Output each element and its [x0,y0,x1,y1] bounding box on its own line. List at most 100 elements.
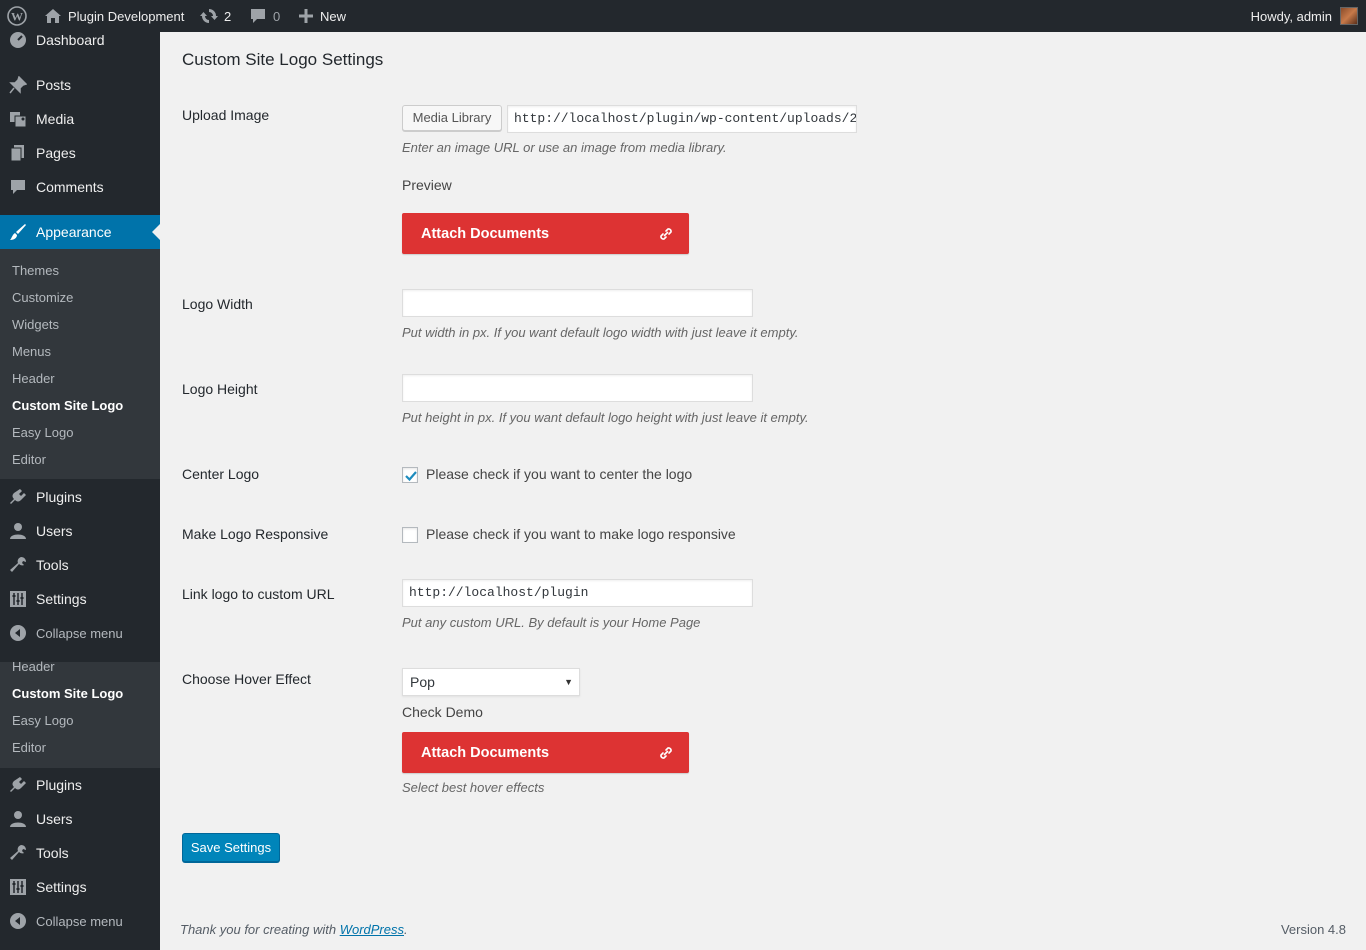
logo-height-input[interactable] [402,374,753,402]
version-text: Version 4.8 [1280,922,1346,937]
submenu-customize[interactable]: Customize [12,290,73,305]
my-account-link[interactable]: Howdy, admin [1251,0,1358,32]
menu-media-label: Media [36,111,75,127]
media-icon [9,110,27,128]
link-icon [658,226,674,246]
attach-documents-label: Attach Documents [421,225,550,242]
collapse-menu-button[interactable]: Collapse menu [0,616,160,650]
menu-dashboard[interactable]: Dashboard [0,32,160,57]
settings-sliders-icon [9,590,27,608]
submenu-themes[interactable]: Themes [12,263,59,278]
plus-icon [299,9,313,23]
attach-documents-preview: Attach Documents [402,213,689,254]
user-icon [9,522,27,540]
menu-media[interactable]: Media [0,102,160,136]
collapse-arrow-icon [9,624,27,642]
menu-plugins[interactable]: Plugins [0,480,160,514]
comments-count: 0 [273,8,281,24]
comments-icon [9,178,27,196]
menu-comments[interactable]: Comments [0,170,160,204]
custom-url-input[interactable]: http://localhost/plugin [402,579,753,607]
hover-effect-select[interactable]: Pop ▼ [402,668,580,696]
new-label: New [320,8,347,24]
site-name-label: Plugin Development [68,8,185,24]
upload-description: Enter an image URL or use an image from … [402,140,727,155]
pushpin-icon [9,76,27,94]
submenu-editor-repeat[interactable]: Editor [12,740,46,755]
menu-appearance[interactable]: Appearance [0,215,160,249]
menu-settings[interactable]: Settings [0,582,160,616]
new-content-link[interactable]: New [299,0,346,32]
menu-settings-repeat[interactable]: Settings [0,870,160,904]
menu-tools-repeat[interactable]: Tools [0,836,160,870]
responsive-checkbox[interactable] [402,527,418,543]
dropdown-arrow-icon: ▼ [564,677,573,687]
comments-link[interactable]: 0 [250,0,280,32]
menu-comments-label: Comments [36,179,104,195]
collapse-menu-label: Collapse menu [36,913,123,929]
menu-appearance-label: Appearance [36,224,112,240]
menu-posts-label: Posts [36,77,72,93]
admin-sidebar: Dashboard Posts Media Pages Comments App… [0,32,160,950]
plugin-icon [9,488,27,506]
menu-tools[interactable]: Tools [0,548,160,582]
paintbrush-icon [9,223,27,241]
collapse-menu-button-repeat[interactable]: Collapse menu [0,904,160,938]
settings-content: Custom Site Logo Settings Upload Image M… [182,32,1342,912]
footer-thanks-suffix: . [404,922,408,937]
link-icon [658,745,674,765]
collapse-arrow-icon [9,912,27,930]
plugin-icon [9,776,27,794]
submenu-header[interactable]: Header [12,371,55,386]
center-logo-label: Center Logo [182,466,260,482]
checkmark-icon [405,471,417,482]
comment-bubble-icon [250,8,266,24]
menu-users[interactable]: Users [0,514,160,548]
submenu-menus[interactable]: Menus [12,344,51,359]
settings-sliders-icon [9,878,27,896]
media-library-button[interactable]: Media Library [402,105,502,131]
footer: Thank you for creating with WordPress. V… [180,922,1346,940]
center-logo-text: Please check if you want to center the l… [426,466,693,482]
menu-posts[interactable]: Posts [0,68,160,102]
menu-users-repeat[interactable]: Users [0,802,160,836]
account-greeting: Howdy, admin [1250,8,1332,24]
save-settings-button[interactable]: Save Settings [182,833,280,862]
wordpress-logo-icon[interactable]: W [7,0,27,32]
custom-url-description: Put any custom URL. By default is your H… [402,615,701,630]
image-url-input[interactable]: http://localhost/plugin/wp-content/uploa… [507,105,857,133]
attach-documents-demo: Attach Documents [402,732,689,773]
wordpress-link[interactable]: WordPress [340,922,404,937]
submenu-header-repeat[interactable]: Header [12,659,55,674]
svg-text:W: W [11,10,23,24]
submenu-easy-logo[interactable]: Easy Logo [12,425,73,440]
logo-width-description: Put width in px. If you want default log… [402,325,799,340]
menu-dashboard-label: Dashboard [36,32,105,48]
submenu-editor[interactable]: Editor [12,452,46,467]
menu-settings-label: Settings [36,591,87,607]
site-name-link[interactable]: Plugin Development [44,0,184,32]
menu-tools-label: Tools [36,845,69,861]
submenu-custom-site-logo-repeat[interactable]: Custom Site Logo [12,686,123,701]
submenu-easy-logo-repeat[interactable]: Easy Logo [12,713,73,728]
updates-link[interactable]: 2 [200,0,231,32]
menu-pages[interactable]: Pages [0,136,160,170]
menu-plugins-label: Plugins [36,777,82,793]
menu-plugins-label: Plugins [36,489,82,505]
center-logo-checkbox[interactable] [402,467,418,483]
responsive-text: Please check if you want to make logo re… [426,526,736,542]
logo-width-input[interactable] [402,289,753,317]
logo-height-label: Logo Height [182,381,258,397]
page-title: Custom Site Logo Settings [182,50,384,69]
home-icon [44,8,62,24]
menu-tools-label: Tools [36,557,69,573]
preview-label: Preview [402,177,452,193]
submenu-custom-site-logo[interactable]: Custom Site Logo [12,398,123,413]
menu-plugins-repeat[interactable]: Plugins [0,768,160,802]
make-logo-responsive-label: Make Logo Responsive [182,526,329,542]
appearance-submenu: Themes Customize Widgets Menus Header Cu… [0,249,160,479]
logo-height-description: Put height in px. If you want default lo… [402,410,809,425]
hover-effect-description: Select best hover effects [402,780,545,795]
logo-width-label: Logo Width [182,296,253,312]
submenu-widgets[interactable]: Widgets [12,317,59,332]
